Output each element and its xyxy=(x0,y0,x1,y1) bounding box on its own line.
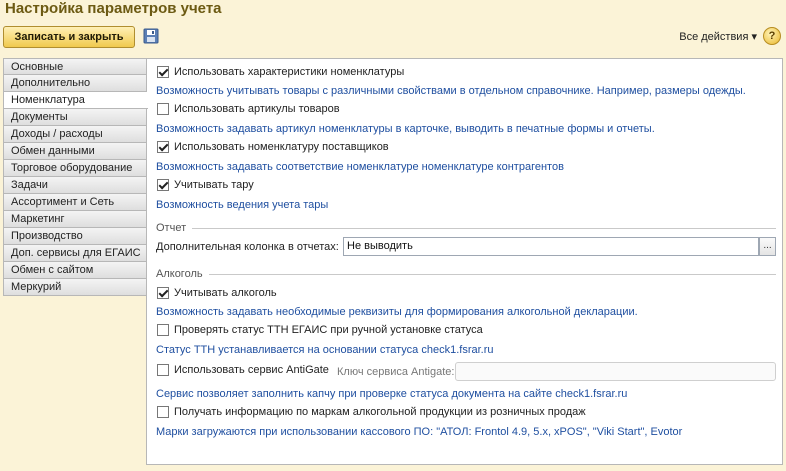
antigate-key-label: Ключ сервиса Antigate: xyxy=(337,366,455,378)
characteristics-option[interactable]: Использовать характеристики номенклатуры xyxy=(157,66,404,78)
check-ttn-label: Проверять статус ТТН ЕГАИС при ручной ус… xyxy=(174,324,483,336)
all-actions-menu[interactable]: Все действия ▾ xyxy=(679,30,757,43)
tare-checkbox[interactable] xyxy=(157,179,169,191)
check-ttn-checkbox[interactable] xyxy=(157,324,169,336)
extra-column-select-button[interactable]: ... xyxy=(759,237,776,256)
alcohol-group-divider xyxy=(208,273,776,275)
sidebar-item-tasks[interactable]: Задачи xyxy=(3,177,147,194)
tare-option[interactable]: Учитывать тару xyxy=(157,179,254,191)
track-alcohol-checkbox[interactable] xyxy=(157,287,169,299)
articles-label: Использовать артикулы товаров xyxy=(174,103,340,115)
antigate-checkbox[interactable] xyxy=(157,364,169,376)
sidebar-item-additional[interactable]: Дополнительно xyxy=(3,75,147,92)
settings-panel: Использовать характеристики номенклатуры… xyxy=(146,58,783,465)
articles-checkbox[interactable] xyxy=(157,103,169,115)
sidebar-item-site-exchange[interactable]: Обмен с сайтом xyxy=(3,262,147,279)
page-title: Настройка параметров учета xyxy=(5,0,222,17)
tare-label: Учитывать тару xyxy=(174,179,254,191)
sidebar-nav: Основные Дополнительно Номенклатура Доку… xyxy=(3,58,148,296)
antigate-option[interactable]: Использовать сервис AntiGate xyxy=(157,364,329,376)
sidebar-item-egais-services[interactable]: Доп. сервисы для ЕГАИС xyxy=(3,245,147,262)
antigate-label: Использовать сервис AntiGate xyxy=(174,364,329,376)
sidebar-item-documents[interactable]: Документы xyxy=(3,109,147,126)
articles-hint: Возможность задавать артикул номенклатур… xyxy=(156,123,655,135)
marks-hint: Марки загружаются при использовании касс… xyxy=(156,426,683,438)
report-group-divider xyxy=(192,227,776,229)
extra-column-label: Дополнительная колонка в отчетах: xyxy=(156,241,339,253)
sidebar-item-production[interactable]: Производство xyxy=(3,228,147,245)
supplier-items-checkbox[interactable] xyxy=(157,141,169,153)
antigate-hint: Сервис позволяет заполнить капчу при про… xyxy=(156,388,628,400)
sidebar-item-mercury[interactable]: Меркурий xyxy=(3,279,147,296)
marks-label: Получать информацию по маркам алкогольно… xyxy=(174,406,586,418)
characteristics-label: Использовать характеристики номенклатуры xyxy=(174,66,405,78)
sidebar-item-assortment[interactable]: Ассортимент и Сеть xyxy=(3,194,147,211)
supplier-items-hint: Возможность задавать соответствие номенк… xyxy=(156,161,564,173)
check-ttn-hint: Статус ТТН устанавливается на основании … xyxy=(156,344,494,356)
characteristics-hint: Возможность учитывать товары с различным… xyxy=(156,85,746,97)
articles-option[interactable]: Использовать артикулы товаров xyxy=(157,103,340,115)
report-group-label: Отчет xyxy=(156,222,187,234)
help-icon[interactable]: ? xyxy=(763,27,781,45)
tare-hint: Возможность ведения учета тары xyxy=(156,199,329,211)
toolbar: Записать и закрыть Все действия ▾ ? xyxy=(3,26,783,50)
marks-checkbox[interactable] xyxy=(157,406,169,418)
alcohol-group-label: Алкоголь xyxy=(156,268,203,280)
sidebar-item-marketing[interactable]: Маркетинг xyxy=(3,211,147,228)
marks-option[interactable]: Получать информацию по маркам алкогольно… xyxy=(157,406,586,418)
report-group-header: Отчет xyxy=(156,222,776,234)
alcohol-group-header: Алкоголь xyxy=(156,268,776,280)
track-alcohol-option[interactable]: Учитывать алкоголь xyxy=(157,287,277,299)
supplier-items-label: Использовать номенклатуру поставщиков xyxy=(174,141,389,153)
sidebar-item-income-expenses[interactable]: Доходы / расходы xyxy=(3,126,147,143)
extra-column-field[interactable]: Не выводить xyxy=(343,237,759,256)
sidebar-item-retail-equipment[interactable]: Торговое оборудование xyxy=(3,160,147,177)
save-icon[interactable] xyxy=(143,28,159,44)
characteristics-checkbox[interactable] xyxy=(157,66,169,78)
save-and-close-button[interactable]: Записать и закрыть xyxy=(3,26,135,48)
check-ttn-option[interactable]: Проверять статус ТТН ЕГАИС при ручной ус… xyxy=(157,324,483,336)
track-alcohol-hint: Возможность задавать необходимые реквизи… xyxy=(156,306,638,318)
sidebar-item-main[interactable]: Основные xyxy=(3,58,147,75)
supplier-items-option[interactable]: Использовать номенклатуру поставщиков xyxy=(157,141,389,153)
antigate-key-input[interactable] xyxy=(455,362,776,381)
track-alcohol-label: Учитывать алкоголь xyxy=(174,287,277,299)
sidebar-item-nomenclature[interactable]: Номенклатура xyxy=(3,92,148,109)
sidebar-item-data-exchange[interactable]: Обмен данными xyxy=(3,143,147,160)
